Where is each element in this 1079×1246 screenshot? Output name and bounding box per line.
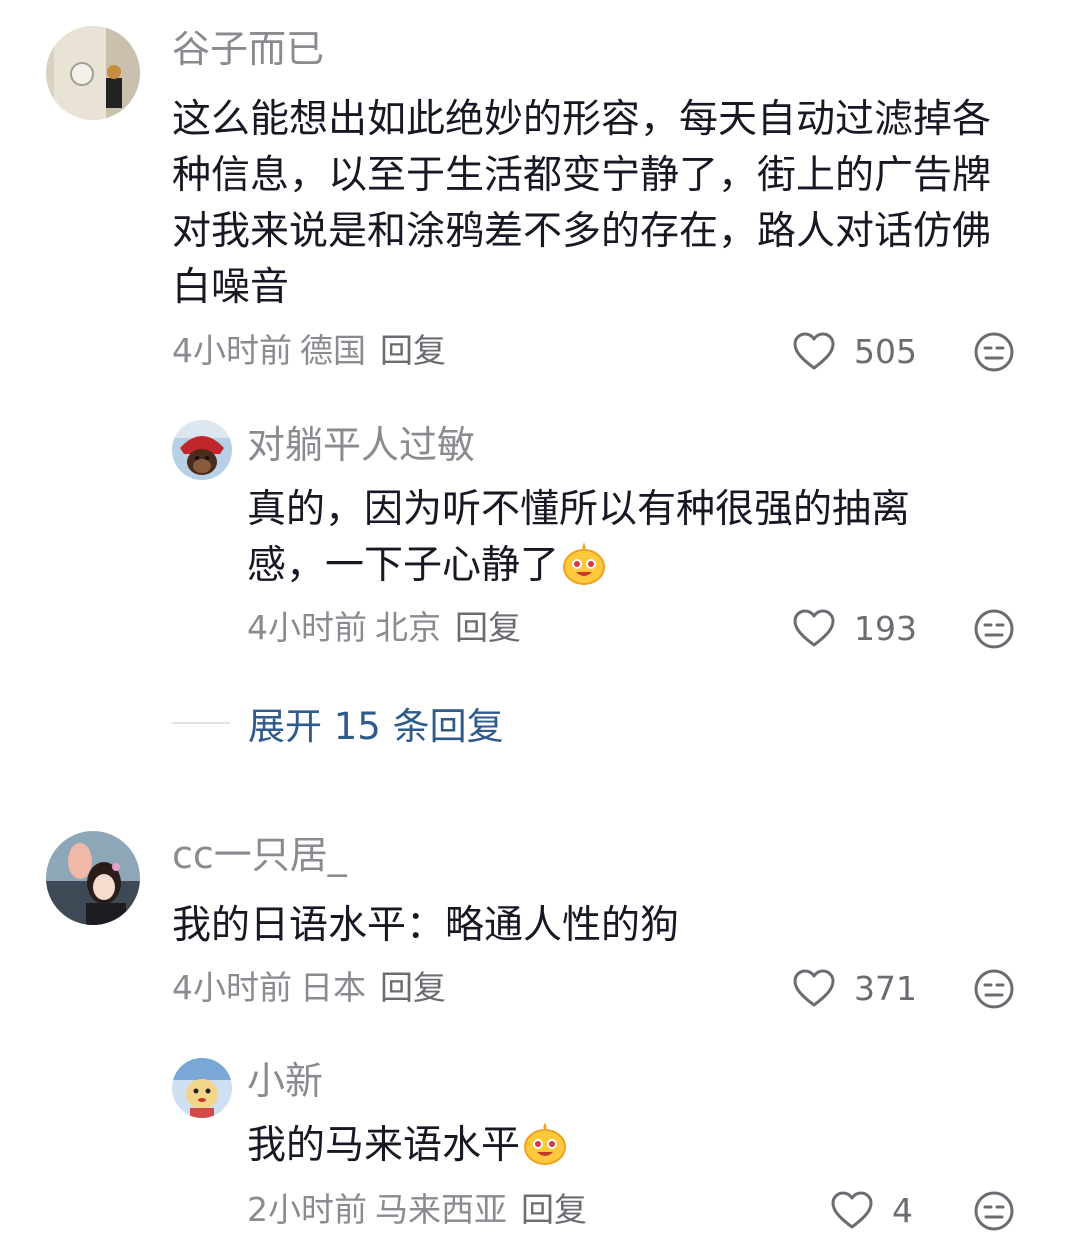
dislike-face-icon[interactable]: [973, 331, 1015, 373]
expand-replies-label: 展开 15 条回复: [248, 705, 504, 748]
like-button[interactable]: 371: [792, 966, 917, 1010]
reply-button[interactable]: 回复: [521, 1190, 587, 1229]
avatar[interactable]: [172, 1058, 232, 1118]
comment-meta: 4小时前 日本 回复: [172, 968, 446, 1008]
comment-time: 4小时前: [172, 331, 292, 370]
like-count: 4: [892, 1190, 913, 1230]
like-button[interactable]: 4: [830, 1188, 913, 1232]
comment-content: 我的日语水平：略通人性的狗: [172, 903, 680, 948]
reply-username[interactable]: 小新: [247, 1058, 323, 1104]
comment-username[interactable]: cc一只居_: [172, 832, 347, 878]
like-count: 193: [854, 608, 917, 648]
smiley-emoji-icon: [524, 1122, 567, 1165]
reply-time: 4小时前: [247, 608, 367, 647]
monkey-avatar-icon: [172, 420, 232, 480]
reply-location: 马来西亚: [375, 1190, 507, 1229]
comment-location: 日本: [300, 968, 366, 1007]
reply-username[interactable]: 对躺平人过敏: [247, 422, 475, 468]
comment-username[interactable]: 谷子而已: [172, 26, 324, 72]
dislike-face-icon[interactable]: [973, 968, 1015, 1010]
cartoon-avatar-icon: [172, 1058, 232, 1118]
reply-button[interactable]: 回复: [380, 331, 446, 370]
reply-meta: 4小时前 北京 回复: [247, 608, 521, 648]
photo-avatar-girl-icon: [46, 831, 140, 925]
reply-meta: 2小时前 马来西亚 回复: [247, 1190, 587, 1230]
smiley-emoji-icon: [563, 542, 606, 585]
avatar[interactable]: [46, 831, 140, 925]
dislike-face-icon[interactable]: [973, 1190, 1015, 1232]
expand-replies-button[interactable]: 展开 15 条回复: [172, 698, 504, 748]
avatar[interactable]: [172, 420, 232, 480]
heart-icon: [793, 609, 835, 647]
heart-icon: [831, 1191, 873, 1229]
reply-content: 我的马来语水平: [247, 1118, 967, 1174]
reply-button[interactable]: 回复: [455, 608, 521, 647]
comment-location: 德国: [300, 331, 366, 370]
like-count: 371: [854, 968, 917, 1008]
divider: [172, 722, 230, 724]
like-button[interactable]: 505: [792, 329, 917, 373]
heart-icon: [793, 969, 835, 1007]
reply-location: 北京: [375, 608, 441, 647]
dislike-face-icon[interactable]: [973, 608, 1015, 650]
photo-avatar-room-icon: [46, 26, 140, 120]
comment-time: 4小时前: [172, 968, 292, 1007]
reply-text: 我的马来语水平: [247, 1123, 521, 1168]
reply-time: 2小时前: [247, 1190, 367, 1229]
reply-button[interactable]: 回复: [380, 968, 446, 1007]
comment-meta: 4小时前 德国 回复: [172, 331, 446, 371]
heart-icon: [793, 332, 835, 370]
avatar[interactable]: [46, 26, 140, 120]
comment-content: 这么能想出如此绝妙的形容，每天自动过滤掉各种信息，以至于生活都变宁静了，街上的广…: [172, 97, 992, 310]
reply-content: 真的，因为听不懂所以有种很强的抽离感，一下子心静了: [247, 482, 967, 594]
like-button[interactable]: 193: [792, 606, 917, 650]
like-count: 505: [854, 331, 917, 371]
